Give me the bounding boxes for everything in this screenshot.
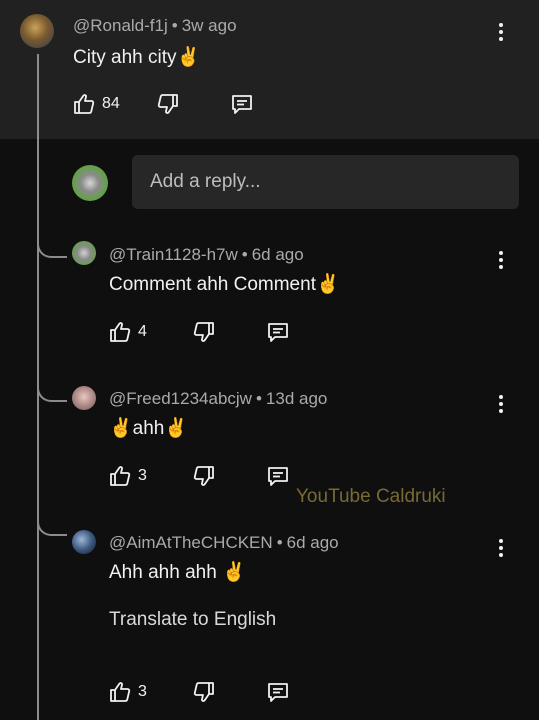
reply-dislike-button[interactable]	[192, 320, 216, 344]
reply-icon	[230, 92, 254, 116]
like-icon	[108, 320, 132, 344]
reply-like-count: 3	[138, 467, 147, 484]
meta-separator: •	[276, 533, 283, 552]
reply-handle[interactable]: @AimAtTheCHCKEN	[109, 533, 273, 552]
reply-more-icon[interactable]	[491, 534, 511, 562]
reply-avatar[interactable]	[72, 241, 96, 265]
reply-like-count: 3	[138, 683, 147, 700]
main-comment-text: City ahh city✌️	[73, 47, 201, 68]
reply-like-count: 4	[138, 323, 147, 340]
like-icon	[72, 92, 96, 116]
reply-dislike-button[interactable]	[192, 464, 216, 488]
main-comment-like-count: 84	[102, 95, 120, 112]
reply-time: 6d ago	[251, 245, 304, 264]
translate-to-english-link[interactable]: Translate to English	[109, 609, 276, 631]
meta-separator: •	[171, 16, 178, 35]
dislike-icon	[192, 680, 216, 704]
thread-branch	[37, 382, 67, 402]
reply-meta: @Train1128-h7w • 6d ago	[109, 245, 304, 265]
main-comment-time: 3w ago	[181, 16, 237, 35]
current-user-avatar	[72, 165, 108, 201]
reply-icon	[266, 680, 290, 704]
reply-text: Ahh ahh ahh ✌️	[109, 562, 246, 583]
watermark: YouTube Caldruki	[296, 486, 446, 507]
reply-icon	[266, 464, 290, 488]
reply-handle[interactable]: @Train1128-h7w	[109, 245, 238, 264]
main-comment-dislike-button[interactable]	[156, 92, 180, 116]
meta-separator: •	[241, 245, 248, 264]
reply-dislike-button[interactable]	[192, 680, 216, 704]
reply-time: 13d ago	[265, 389, 328, 408]
dislike-icon	[192, 464, 216, 488]
like-icon	[108, 680, 132, 704]
reply-more-icon[interactable]	[491, 246, 511, 274]
main-comment-like-button[interactable]: 84	[72, 92, 120, 116]
reply-meta: @Freed1234abcjw • 13d ago	[109, 389, 327, 409]
thread-branch	[37, 516, 67, 536]
reply-like-button[interactable]: 3	[108, 464, 147, 488]
reply-like-button[interactable]: 3	[108, 680, 147, 704]
reply-text: Comment ahh Comment✌️	[109, 274, 340, 295]
main-comment-handle[interactable]: @Ronald-f1j	[73, 16, 168, 35]
meta-separator: •	[255, 389, 262, 408]
reply-meta: @AimAtTheCHCKEN • 6d ago	[109, 533, 339, 553]
reply-reply-button[interactable]	[266, 320, 290, 344]
add-reply-placeholder: Add a reply...	[150, 171, 261, 192]
reply-avatar[interactable]	[72, 530, 96, 554]
reply-reply-button[interactable]	[266, 680, 290, 704]
thread-branch	[37, 238, 67, 258]
dislike-icon	[156, 92, 180, 116]
reply-avatar[interactable]	[72, 386, 96, 410]
add-reply-input[interactable]: Add a reply...	[132, 155, 519, 209]
reply-time: 6d ago	[286, 533, 339, 552]
reply-more-icon[interactable]	[491, 390, 511, 418]
main-comment-meta: @Ronald-f1j • 3w ago	[73, 16, 237, 36]
like-icon	[108, 464, 132, 488]
reply-like-button[interactable]: 4	[108, 320, 147, 344]
main-comment-more-icon[interactable]	[491, 18, 511, 46]
reply-text: ✌️ahh✌️	[109, 418, 189, 439]
reply-reply-button[interactable]	[266, 464, 290, 488]
main-comment-avatar[interactable]	[20, 14, 54, 48]
reply-handle[interactable]: @Freed1234abcjw	[109, 389, 252, 408]
reply-icon	[266, 320, 290, 344]
dislike-icon	[192, 320, 216, 344]
main-comment-reply-button[interactable]	[230, 92, 254, 116]
